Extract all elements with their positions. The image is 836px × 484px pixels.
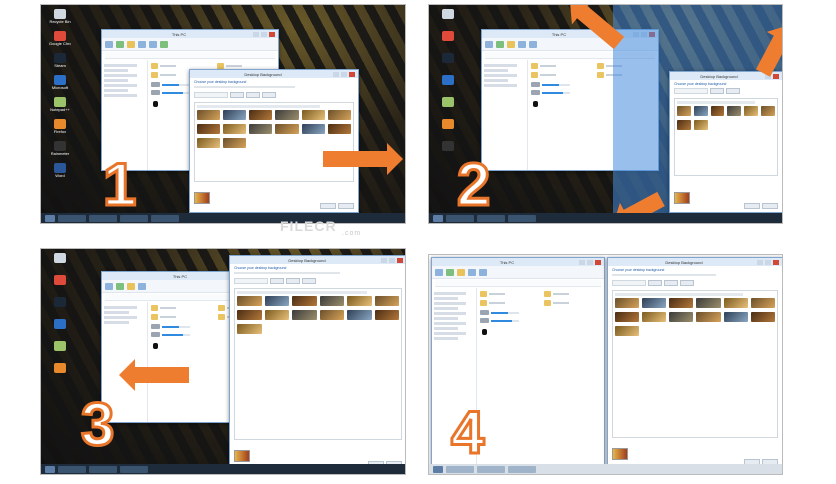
step-4-screenshot: This PC Desktop Background Choose your d… bbox=[428, 254, 783, 475]
watermark: FILECR .com bbox=[280, 218, 362, 237]
dialog-heading: Choose your desktop background bbox=[194, 80, 247, 84]
right-arrow-icon bbox=[323, 143, 403, 175]
taskbar-app[interactable] bbox=[151, 214, 179, 222]
recycle-bin-icon[interactable] bbox=[437, 9, 459, 25]
recycle-bin-icon[interactable]: Recycle Bin bbox=[49, 9, 71, 25]
cancel-button[interactable] bbox=[338, 203, 354, 209]
browse-button[interactable] bbox=[230, 92, 244, 98]
wallpaper-list[interactable] bbox=[194, 102, 354, 182]
desktop-icons: Recycle Bin Google Chrome Steam Microsof… bbox=[45, 9, 75, 185]
maximize-button[interactable] bbox=[261, 31, 267, 37]
desktop-background-dialog[interactable]: Desktop Background Choose your desktop b… bbox=[229, 255, 405, 471]
step-number: 4 bbox=[449, 399, 485, 466]
address-bar[interactable] bbox=[105, 52, 275, 59]
desktop-background-dialog[interactable]: Desktop Background Choose your desktop b… bbox=[607, 257, 782, 469]
maximize-button[interactable] bbox=[341, 71, 347, 77]
step-number: 2 bbox=[455, 151, 491, 218]
start-button[interactable] bbox=[433, 214, 443, 222]
select-all-button[interactable] bbox=[246, 92, 260, 98]
taskbar-app[interactable] bbox=[89, 214, 117, 222]
step-1-screenshot: Recycle Bin Google Chrome Steam Microsof… bbox=[40, 4, 406, 224]
save-changes-button[interactable] bbox=[320, 203, 336, 209]
steam-icon[interactable] bbox=[437, 53, 459, 69]
desktop-background-dialog[interactable]: Desktop Background Choose your desktop b… bbox=[189, 69, 359, 213]
ribbon bbox=[102, 38, 278, 51]
chrome-icon[interactable] bbox=[437, 31, 459, 47]
taskbar-app[interactable] bbox=[120, 214, 148, 222]
close-button[interactable] bbox=[349, 71, 355, 77]
picture-location-select[interactable] bbox=[194, 92, 228, 98]
step-number: 3 bbox=[79, 391, 115, 458]
word-icon[interactable]: Word bbox=[49, 163, 71, 179]
app-icon[interactable]: Microsoft bbox=[49, 75, 71, 91]
notepad-icon[interactable]: Notepad++ bbox=[49, 97, 71, 113]
picture-position-preview[interactable] bbox=[194, 192, 210, 204]
app-icon[interactable]: Rainmeter bbox=[49, 141, 71, 157]
desktop-background-dialog[interactable]: Desktop Background Choose your desktop b… bbox=[669, 71, 782, 213]
minimize-button[interactable] bbox=[253, 31, 259, 37]
app-icon[interactable] bbox=[437, 75, 459, 91]
firefox-icon[interactable] bbox=[437, 119, 459, 135]
firefox-icon[interactable]: Firefox bbox=[49, 119, 71, 135]
clear-all-button[interactable] bbox=[262, 92, 276, 98]
start-button[interactable] bbox=[45, 214, 55, 222]
notepad-icon[interactable] bbox=[437, 97, 459, 113]
app-icon[interactable] bbox=[437, 141, 459, 157]
close-button[interactable] bbox=[269, 31, 275, 37]
minimize-button[interactable] bbox=[333, 71, 339, 77]
linux-drive-icon[interactable] bbox=[152, 101, 158, 107]
steam-icon[interactable]: Steam bbox=[49, 53, 71, 69]
chrome-icon[interactable]: Google Chrome bbox=[49, 31, 71, 47]
desktop-icons bbox=[433, 9, 463, 163]
step-2-screenshot: This PC Desktop Background Choose your d… bbox=[428, 4, 783, 224]
left-arrow-icon bbox=[133, 367, 189, 383]
taskbar-app[interactable] bbox=[58, 214, 86, 222]
step-3-screenshot: This PC Desktop Background Choose your d… bbox=[40, 248, 406, 475]
step-number: 1 bbox=[101, 151, 137, 218]
